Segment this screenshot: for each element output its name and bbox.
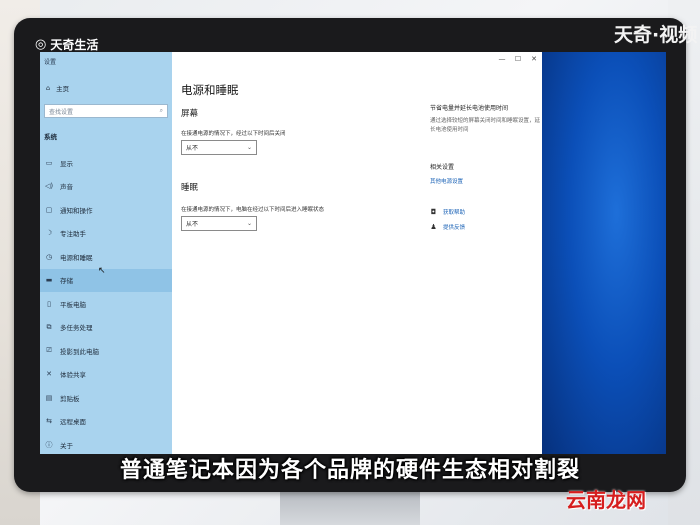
share-icon: ✕	[46, 370, 52, 379]
feedback-label: 提供反馈	[443, 225, 466, 231]
related-settings-heading: 相关设置	[430, 164, 455, 171]
screen-timeout-dropdown[interactable]: 从不 ⌄	[181, 140, 257, 155]
brand-left-text: 天奇生活	[50, 38, 99, 52]
page-title: 电源和睡眠	[181, 83, 239, 97]
sleep-heading: 睡眠	[181, 183, 199, 193]
notification-icon: ▢	[45, 205, 53, 214]
sidebar-item-multitask[interactable]: ⧉ 多任务处理	[40, 316, 172, 340]
remote-icon: ⇆	[46, 417, 52, 426]
sidebar-item-label: 专注助手	[60, 230, 86, 239]
sidebar-item-label: 多任务处理	[60, 324, 93, 333]
sidebar-item-label: 电源和睡眠	[60, 253, 93, 262]
close-button[interactable]: ✕	[526, 55, 542, 63]
sleep-timeout-value: 从不	[186, 221, 199, 228]
desktop-wallpaper	[542, 52, 666, 454]
screen-heading: 屏幕	[181, 109, 199, 119]
sidebar-item-sound[interactable]: ◁) 声音	[40, 175, 172, 199]
help-icon: ◘	[430, 208, 437, 216]
battery-tip-heading: 节省电量并延长电池使用时间	[430, 105, 509, 112]
maximize-button[interactable]: ☐	[510, 55, 526, 63]
sidebar-item-clipboard[interactable]: ▤ 剪贴板	[40, 386, 172, 410]
search-input[interactable]: 查找设置 ⌕	[44, 104, 168, 118]
sidebar-item-label: 关于	[60, 441, 73, 450]
sidebar-item-tablet[interactable]: ▯ 平板电脑	[40, 292, 172, 316]
other-power-settings-link[interactable]: 其他电源设置	[430, 177, 463, 185]
sidebar-item-remote[interactable]: ⇆ 远程桌面	[40, 410, 172, 434]
sidebar-item-power[interactable]: ◷ 电源和睡眠	[40, 245, 172, 269]
battery-tip-text: 通过选择较短的屏幕关闭时间和睡眠设置，延长电池使用时间	[430, 118, 541, 133]
brand-watermark-left: ◎ 天奇生活	[35, 36, 98, 53]
sidebar-item-storage[interactable]: ▬ 存储	[40, 268, 172, 292]
feedback-icon: ♟	[430, 223, 437, 231]
sidebar-item-focus[interactable]: ☽ 专注助手	[40, 222, 172, 246]
search-placeholder: 查找设置	[49, 108, 74, 116]
sleep-timeout-dropdown[interactable]: 从不 ⌄	[181, 216, 257, 231]
sidebar-item-label: 剪贴板	[60, 394, 80, 403]
sidebar-item-label: 体验共享	[60, 371, 86, 380]
info-icon: ⓘ	[45, 440, 53, 449]
monitor-stand	[280, 492, 420, 525]
chevron-down-icon: ⌄	[246, 144, 252, 151]
storage-icon: ▬	[45, 276, 53, 285]
sidebar-item-about[interactable]: ⓘ 关于	[40, 433, 172, 454]
sidebar-nav: ▭ 显示 ◁) 声音 ▢ 通知和操作 ☽ 专注助手 ◷ 电源和睡眠 ▬ 存储 ▯…	[40, 151, 172, 454]
window-title: 设置	[44, 59, 57, 66]
section-system: 系统	[44, 133, 57, 141]
window-controls: — ☐ ✕	[494, 55, 542, 63]
sleep-description: 在接通电源的情况下，电脑在经过以下时间后进入睡眠状态	[181, 207, 325, 213]
sidebar-home[interactable]: ⌂ 主页	[46, 83, 69, 93]
feedback-link[interactable]: ♟ 提供反馈	[430, 223, 465, 231]
power-icon: ◷	[45, 252, 53, 261]
sidebar-item-label: 通知和操作	[60, 206, 93, 215]
display-icon: ▭	[45, 158, 53, 167]
minimize-button[interactable]: —	[494, 55, 510, 63]
get-help-link[interactable]: ◘ 获取帮助	[430, 208, 465, 216]
home-label: 主页	[56, 85, 70, 93]
sidebar-item-label: 投影到此电脑	[60, 347, 99, 356]
settings-sidebar: 设置 ⌂ 主页 查找设置 ⌕ 系统 ▭ 显示 ◁) 声音 ▢ 通知和操作 ☽ 专…	[40, 52, 172, 454]
tablet-icon: ▯	[47, 299, 51, 308]
moon-icon: ☽	[45, 229, 53, 238]
multitask-icon: ⧉	[46, 322, 52, 331]
video-subtitle: 普通笔记本因为各个品牌的硬件生态相对割裂	[119, 458, 580, 483]
sidebar-item-label: 平板电脑	[60, 300, 86, 309]
home-icon: ⌂	[46, 84, 51, 92]
sidebar-item-notifications[interactable]: ▢ 通知和操作	[40, 198, 172, 222]
screen-timeout-value: 从不	[186, 145, 199, 152]
sidebar-item-project[interactable]: ⎚ 投影到此电脑	[40, 339, 172, 363]
sidebar-item-display[interactable]: ▭ 显示	[40, 151, 172, 175]
search-icon: ⌕	[159, 107, 163, 114]
chevron-down-icon: ⌄	[246, 220, 252, 227]
sidebar-item-label: 远程桌面	[60, 418, 86, 427]
brand-logo-icon: ◎	[35, 37, 47, 52]
clipboard-icon: ▤	[45, 393, 53, 402]
project-icon: ⎚	[46, 346, 52, 355]
sidebar-item-share[interactable]: ✕ 体验共享	[40, 363, 172, 387]
brand-watermark-right: 天奇·视频	[614, 24, 698, 46]
sidebar-item-label: 显示	[60, 159, 73, 168]
site-watermark: 云南龙网	[566, 488, 646, 512]
mouse-cursor-icon: ↖	[98, 266, 106, 276]
settings-main: — ☐ ✕ 电源和睡眠 屏幕 在接通电源的情况下，经过以下时间后关闭 从不 ⌄ …	[172, 52, 542, 454]
screen-description: 在接通电源的情况下，经过以下时间后关闭	[181, 131, 286, 137]
sidebar-item-label: 声音	[60, 183, 73, 192]
sidebar-item-label: 存储	[60, 277, 73, 286]
get-help-label: 获取帮助	[443, 210, 466, 216]
sound-icon: ◁)	[45, 182, 54, 191]
